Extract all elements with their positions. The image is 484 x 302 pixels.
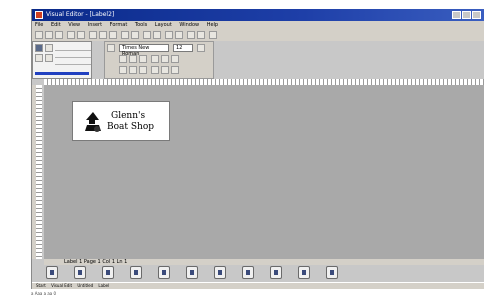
pointer-icon[interactable] bbox=[35, 44, 43, 52]
close-icon[interactable] bbox=[472, 11, 481, 19]
open-icon[interactable] bbox=[45, 31, 53, 39]
tool-button-5[interactable] bbox=[158, 266, 170, 279]
font-select[interactable]: Times New Roman bbox=[119, 44, 169, 57]
menu-tools[interactable]: Tools bbox=[132, 21, 150, 30]
menu-insert[interactable]: Insert bbox=[85, 21, 105, 30]
tool-button-7[interactable] bbox=[214, 266, 226, 279]
object-panel[interactable] bbox=[32, 41, 92, 79]
border-icon[interactable] bbox=[151, 66, 159, 74]
list-row[interactable] bbox=[55, 46, 91, 51]
barcode-icon[interactable] bbox=[45, 54, 53, 62]
menu-bar: File Edit View Insert Format Tools Layou… bbox=[32, 21, 484, 30]
picture-icon[interactable] bbox=[197, 31, 205, 39]
redo-icon[interactable] bbox=[131, 31, 139, 39]
align-left-icon[interactable] bbox=[151, 55, 159, 63]
menu-view[interactable]: View bbox=[65, 21, 83, 30]
label-line-2: Boat Shop bbox=[107, 122, 155, 132]
footer-text: a Aaa a aa 0 bbox=[31, 291, 57, 296]
paste-icon[interactable] bbox=[109, 31, 117, 39]
tool-button-3[interactable] bbox=[102, 266, 114, 279]
mirror-icon[interactable] bbox=[129, 66, 137, 74]
tool-button-1[interactable] bbox=[46, 266, 58, 279]
tool-button-2[interactable] bbox=[74, 266, 86, 279]
select-icon[interactable] bbox=[45, 44, 53, 52]
draw-icon[interactable] bbox=[35, 54, 43, 62]
box-icon[interactable] bbox=[187, 31, 195, 39]
cut-icon[interactable] bbox=[89, 31, 97, 39]
logo-icon bbox=[85, 112, 101, 132]
vertical-ruler bbox=[36, 85, 42, 259]
label-card[interactable]: Glenn's Boat Shop bbox=[72, 101, 170, 141]
fill-icon[interactable] bbox=[171, 66, 179, 74]
tool-button-9[interactable] bbox=[270, 266, 282, 279]
menu-edit[interactable]: Edit bbox=[48, 21, 64, 30]
taskbar: Start Visual Edit Untitled Label bbox=[32, 282, 484, 289]
shade-icon[interactable] bbox=[161, 66, 169, 74]
list-row[interactable] bbox=[55, 53, 91, 58]
font-size-select[interactable]: 12 bbox=[173, 44, 193, 52]
menu-file[interactable]: File bbox=[32, 21, 46, 30]
menu-help[interactable]: Help bbox=[204, 21, 221, 30]
copy-icon[interactable] bbox=[99, 31, 107, 39]
format-toolbar: Times New Roman 12 bbox=[104, 41, 214, 79]
tool-button-11[interactable] bbox=[326, 266, 338, 279]
grid-icon[interactable] bbox=[153, 31, 161, 39]
standard-toolbar bbox=[32, 30, 484, 41]
preview-icon[interactable] bbox=[77, 31, 85, 39]
menu-layout[interactable]: Layout bbox=[152, 21, 175, 30]
line-icon[interactable] bbox=[175, 31, 183, 39]
tool-button-8[interactable] bbox=[242, 266, 254, 279]
tool-button-4[interactable] bbox=[130, 266, 142, 279]
help-icon[interactable] bbox=[209, 31, 217, 39]
print-icon[interactable] bbox=[67, 31, 75, 39]
rotate-icon[interactable] bbox=[119, 66, 127, 74]
menu-window[interactable]: Window bbox=[176, 21, 202, 30]
font-icon[interactable] bbox=[107, 44, 115, 52]
italic-icon[interactable] bbox=[129, 55, 137, 63]
maximize-icon[interactable] bbox=[462, 11, 471, 19]
save-icon[interactable] bbox=[55, 31, 63, 39]
tool-button-10[interactable] bbox=[298, 266, 310, 279]
application-window: Visual Editor - [Label2] File Edit View … bbox=[31, 9, 484, 289]
zoom-icon[interactable] bbox=[143, 31, 151, 39]
color-icon[interactable] bbox=[139, 66, 147, 74]
label-line-1: Glenn's bbox=[111, 111, 146, 121]
new-icon[interactable] bbox=[35, 31, 43, 39]
underline-icon[interactable] bbox=[139, 55, 147, 63]
align-right-icon[interactable] bbox=[171, 55, 179, 63]
tool-button-6[interactable] bbox=[186, 266, 198, 279]
window-title: Visual Editor - [Label2] bbox=[46, 11, 115, 18]
bold-icon[interactable] bbox=[119, 55, 127, 63]
minimize-icon[interactable] bbox=[452, 11, 461, 19]
list-row[interactable] bbox=[55, 60, 91, 65]
bottom-toolbar bbox=[32, 265, 484, 282]
text-icon[interactable] bbox=[165, 31, 173, 39]
selected-row[interactable] bbox=[35, 72, 89, 75]
menu-format[interactable]: Format bbox=[107, 21, 131, 30]
undo-icon[interactable] bbox=[121, 31, 129, 39]
dropdown-icon[interactable] bbox=[197, 44, 205, 52]
align-center-icon[interactable] bbox=[161, 55, 169, 63]
app-icon[interactable] bbox=[35, 11, 43, 19]
title-bar: Visual Editor - [Label2] bbox=[32, 9, 484, 21]
